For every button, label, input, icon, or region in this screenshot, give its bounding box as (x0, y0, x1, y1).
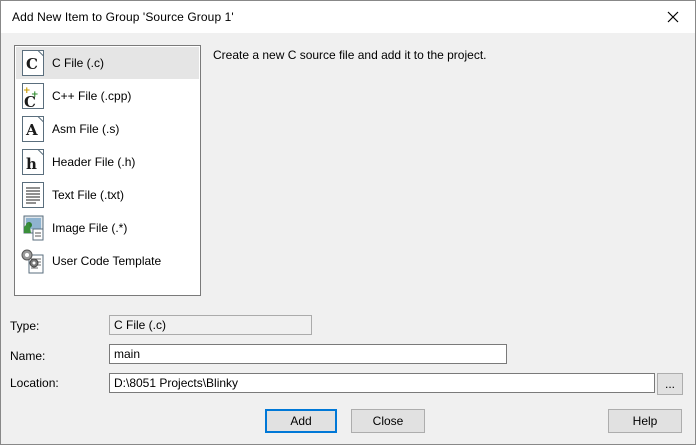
add-button[interactable]: Add (265, 409, 337, 433)
svg-text:h: h (26, 155, 37, 173)
list-item-image-file[interactable]: Image File (.*) (16, 212, 199, 244)
list-item-user-code-template[interactable]: User Code Template (16, 245, 199, 277)
browse-button[interactable]: ... (657, 373, 683, 395)
cpp-file-icon: C + + (22, 83, 44, 110)
list-item-text-file[interactable]: Text File (.txt) (16, 179, 199, 211)
file-type-description: Create a new C source file and add it to… (213, 48, 487, 62)
list-item-c-file[interactable]: C C File (.c) (16, 47, 199, 79)
location-label: Location: (10, 376, 59, 390)
close-button[interactable]: Close (351, 409, 425, 433)
c-file-icon: C (22, 50, 44, 76)
close-icon (667, 11, 679, 23)
list-item-label: Image File (.*) (52, 221, 128, 235)
list-item-label: Text File (.txt) (52, 188, 125, 202)
list-item-label: User Code Template (52, 254, 162, 268)
list-item-label: Header File (.h) (52, 155, 136, 169)
file-type-list[interactable]: C C File (.c) C + + C++ File (.cpp) A As… (14, 45, 201, 296)
name-input[interactable]: main (109, 344, 507, 364)
dialog-title: Add New Item to Group 'Source Group 1' (12, 10, 234, 24)
list-item-header-file[interactable]: h Header File (.h) (16, 146, 199, 178)
list-item-asm-file[interactable]: A Asm File (.s) (16, 113, 199, 145)
svg-text:A: A (25, 121, 38, 139)
name-label: Name: (10, 349, 46, 363)
add-new-item-dialog: Add New Item to Group 'Source Group 1' C… (0, 0, 696, 445)
type-field: C File (.c) (109, 315, 312, 335)
close-window-button[interactable] (651, 1, 695, 33)
help-button[interactable]: Help (608, 409, 682, 433)
asm-file-icon: A (22, 116, 44, 142)
user-code-template-icon (21, 249, 44, 274)
svg-text:C: C (26, 55, 38, 73)
title-bar: Add New Item to Group 'Source Group 1' (1, 1, 695, 33)
list-item-label: C File (.c) (52, 56, 104, 70)
list-item-label: C++ File (.cpp) (52, 89, 132, 103)
location-input[interactable]: D:\8051 Projects\Blinky (109, 373, 655, 393)
image-file-icon (23, 215, 44, 241)
svg-text:+: + (23, 86, 31, 96)
list-item-cpp-file[interactable]: C + + C++ File (.cpp) (16, 80, 199, 112)
header-file-icon: h (22, 149, 44, 175)
type-label: Type: (10, 319, 40, 333)
text-file-icon (22, 182, 44, 208)
list-item-label: Asm File (.s) (52, 122, 120, 136)
svg-text:+: + (31, 90, 39, 100)
